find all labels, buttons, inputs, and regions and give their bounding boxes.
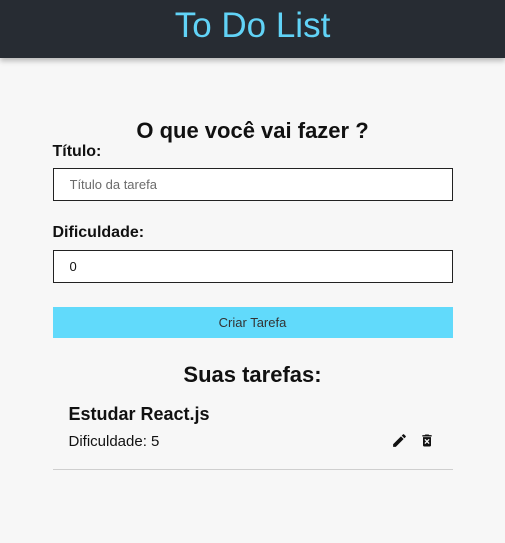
task-item: Estudar React.js Dificuldade: 5 <box>52 396 453 470</box>
task-name: Estudar React.js <box>68 404 210 424</box>
app-header: To Do List <box>0 0 505 58</box>
difficulty-label: Dificuldade: <box>52 224 145 241</box>
title-label: Título: <box>52 143 102 160</box>
pencil-icon[interactable] <box>390 430 410 450</box>
tasks-heading: Suas tarefas: <box>183 362 322 387</box>
trash-icon[interactable] <box>417 430 437 450</box>
task-difficulty: Dificuldade: 5 <box>68 433 160 450</box>
form-heading: O que você vai fazer ? <box>136 118 369 143</box>
title-input[interactable] <box>52 168 453 201</box>
difficulty-input[interactable] <box>52 250 453 283</box>
app-title: To Do List <box>174 6 331 45</box>
create-task-button[interactable]: Criar Tarefa <box>52 307 453 338</box>
